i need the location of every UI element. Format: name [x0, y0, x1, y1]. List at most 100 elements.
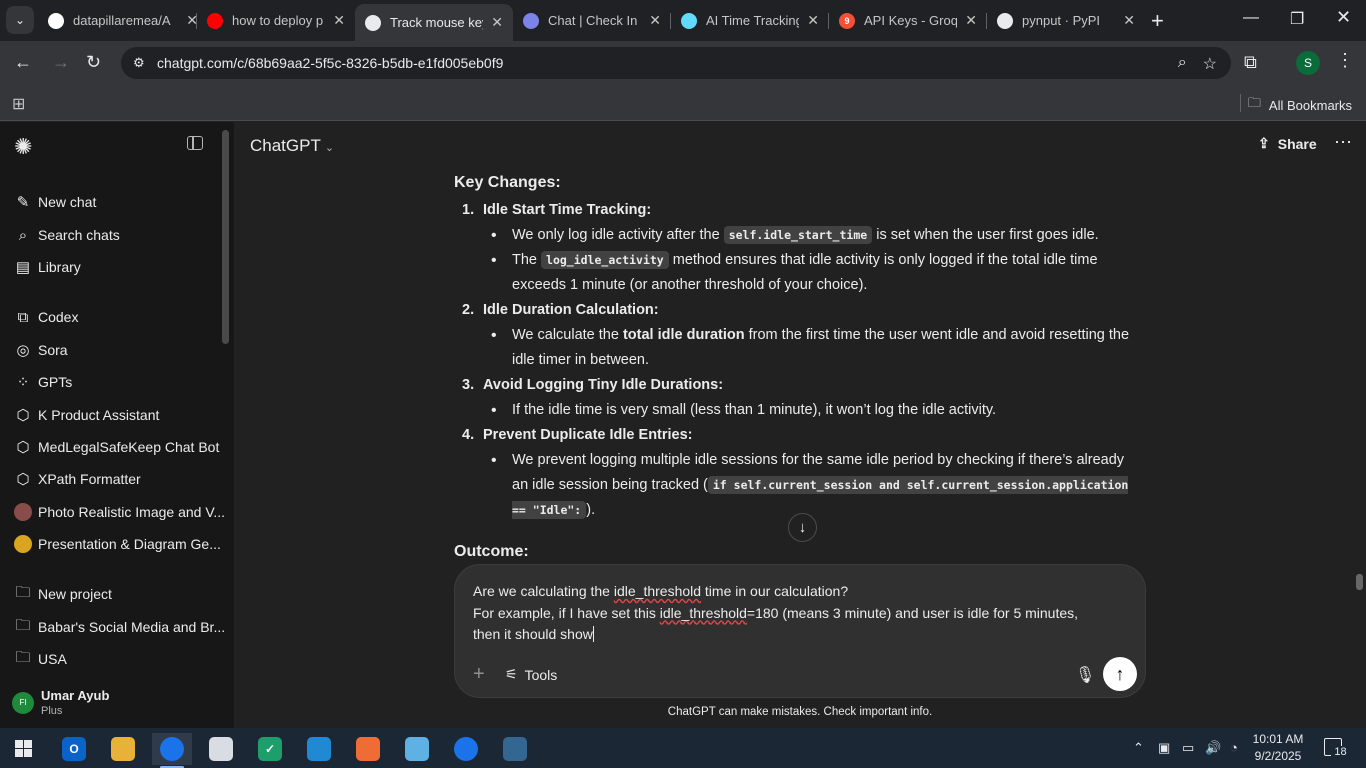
sidebar-toggle-icon[interactable] — [187, 136, 203, 150]
tab-search-icon[interactable]: ⌄ — [6, 6, 34, 34]
share-button[interactable]: ⇪ Share — [1258, 135, 1317, 152]
profile-avatar[interactable]: S — [1296, 51, 1320, 75]
sidebar-item-xpath-formatter[interactable]: ⬡ XPath Formatter — [14, 468, 140, 490]
file-manager-icon — [209, 737, 233, 761]
zoom-icon[interactable]: ⌕ — [1178, 54, 1187, 74]
check-app-taskbar-button[interactable]: ✓ — [250, 733, 290, 765]
url-text[interactable]: chatgpt.com/c/68b69aa2-5f5c-8326-b5db-e1… — [157, 55, 503, 71]
sidebar-item-library[interactable]: ▤ Library — [14, 256, 81, 278]
close-window-icon[interactable]: ✕ — [1336, 7, 1351, 28]
sidebar-item-usa[interactable]: 🗀 USA — [14, 648, 66, 670]
tab-title: API Keys - Groq — [864, 13, 958, 28]
back-icon[interactable]: ← — [14, 52, 32, 73]
sidebar-item-search-chats[interactable]: ⌕ Search chats — [14, 224, 120, 246]
model-selector[interactable]: ChatGPT ⌄ — [250, 136, 334, 156]
close-tab-icon[interactable]: ✕ — [1123, 12, 1135, 29]
battery-icon[interactable]: ▭ — [1182, 740, 1194, 756]
browser-tab[interactable]: pynput · PyPI ✕ — [987, 4, 1145, 37]
text-run: Are we calculating the — [473, 583, 614, 599]
site-info-icon[interactable]: ⚙ — [133, 55, 157, 71]
check-app-icon: ✓ — [258, 737, 282, 761]
browser-tab[interactable]: how to deploy p ✕ — [197, 4, 355, 37]
numbered-item: 3. Avoid Logging Tiny Idle Durations: If t… — [454, 373, 1144, 423]
bullet-item: We calculate the total idle duration fro… — [483, 323, 1144, 373]
minimize-icon[interactable]: — — [1243, 9, 1259, 27]
text-run: =180 (means 3 minute) and user is idle f… — [746, 604, 1079, 621]
sidebar-item-medlegalsafekeep-chat-bot[interactable]: ⬡ MedLegalSafeKeep Chat Bot — [14, 436, 219, 458]
postman-taskbar-button[interactable] — [348, 733, 388, 765]
prompt-composer[interactable]: Are we calculating the idle_threshold ti… — [454, 564, 1146, 698]
file-explorer-taskbar-button[interactable] — [103, 733, 143, 765]
close-tab-icon[interactable]: ✕ — [491, 14, 503, 31]
reload-icon[interactable]: ↻ — [86, 52, 101, 73]
sidebar-item-gpts[interactable]: ⁘ GPTs — [14, 371, 73, 393]
notepad-taskbar-button[interactable] — [397, 733, 437, 765]
close-tab-icon[interactable]: ✕ — [807, 12, 819, 29]
meet-icon[interactable]: ▣ — [1158, 740, 1170, 756]
user-name: Umar Ayub — [41, 688, 110, 703]
scroll-to-bottom-button[interactable]: ↓ — [788, 513, 817, 542]
system-clock[interactable]: 10:01 AM 9/2/2025 — [1240, 731, 1316, 765]
chrome-alt-taskbar-button[interactable] — [446, 733, 486, 765]
apps-grid-icon[interactable]: ⊞ — [12, 94, 25, 114]
close-tab-icon[interactable]: ✕ — [333, 12, 345, 29]
add-attachment-icon[interactable]: + — [473, 663, 485, 686]
file-manager-taskbar-button[interactable] — [201, 733, 241, 765]
chat-scrollbar[interactable] — [1356, 574, 1363, 590]
windows-start-icon[interactable] — [15, 740, 32, 757]
volume-icon[interactable]: 🔊 — [1205, 740, 1221, 756]
openai-logo-icon[interactable]: ✺ — [14, 134, 32, 160]
sora-icon: ◎ — [16, 342, 30, 359]
browser-tab[interactable]: AI Time Tracking ✕ — [671, 4, 829, 37]
sidebar-item-new-project[interactable]: 🗀 New project — [14, 583, 111, 605]
tools-button[interactable]: ⚟ Tools — [505, 666, 557, 683]
tray-chevron-icon[interactable]: ⌃ — [1133, 740, 1144, 756]
network-icon[interactable]: ◔ — [1230, 740, 1238, 755]
sidebar-item-label: Codex — [38, 309, 79, 325]
tools-icon: ⚟ — [505, 666, 518, 682]
more-options-icon[interactable]: ⋯ — [1334, 132, 1352, 153]
restore-icon[interactable]: ❐ — [1290, 9, 1304, 29]
extensions-icon[interactable]: ⧉ — [1244, 52, 1257, 73]
sidebar-item-label: Search chats — [38, 227, 120, 243]
forward-icon[interactable]: → — [52, 52, 70, 73]
tab-divider — [986, 13, 987, 29]
pypi-icon — [997, 12, 1013, 29]
chrome-taskbar-button[interactable] — [152, 733, 192, 768]
sidebar-item-presentation-diagram-ge[interactable]: Presentation & Diagram Ge... — [14, 533, 221, 555]
bullet-item: We only log idle activity after the self… — [483, 223, 1144, 248]
browser-tab[interactable]: Track mouse key ✕ — [355, 4, 513, 41]
sidebar-item-new-chat[interactable]: ✎ New chat — [14, 191, 97, 213]
vscode-taskbar-button[interactable] — [299, 733, 339, 765]
share-label: Share — [1277, 135, 1317, 152]
microphone-icon[interactable]: 🎙 — [1075, 665, 1095, 685]
sidebar-item-k-product-assistant[interactable]: ⬡ K Product Assistant — [14, 404, 159, 426]
send-button[interactable]: ↑ — [1103, 657, 1137, 691]
sidebar-scrollbar[interactable] — [222, 130, 229, 344]
notification-count: 18 — [1331, 746, 1350, 761]
sidebar-item-sora[interactable]: ◎ Sora — [14, 339, 67, 361]
new-tab-icon[interactable]: + — [1151, 8, 1164, 34]
tab-divider — [670, 13, 671, 29]
browser-tab[interactable]: datapillaremea/A ✕ — [38, 4, 208, 37]
browser-tab[interactable]: 9 API Keys - Groq ✕ — [829, 4, 987, 37]
disclaimer-text: ChatGPT can make mistakes. Check importa… — [667, 706, 933, 718]
prompt-input[interactable]: Are we calculating the idle_threshold ti… — [473, 581, 1133, 646]
outlook-taskbar-button[interactable]: O — [54, 733, 94, 765]
sidebar-item-photo-realistic-image-and-v[interactable]: Photo Realistic Image and V... — [14, 501, 225, 523]
avatar-photo-icon — [14, 503, 32, 521]
bookmark-star-icon[interactable]: ☆ — [1203, 54, 1217, 74]
chat-main: ChatGPT ⌄ ⇪ Share ⋯ Key Changes: 1. Idle S… — [234, 122, 1366, 728]
sidebar-item-babar-s-social-media-and-br[interactable]: 🗀 Babar's Social Media and Br... — [14, 616, 225, 638]
user-profile[interactable]: FI Umar Ayub Plus — [12, 688, 109, 717]
sidebar-item-codex[interactable]: ⧉ Codex — [14, 306, 79, 328]
close-tab-icon[interactable]: ✕ — [649, 12, 661, 29]
new-chat-icon: ✎ — [16, 194, 30, 211]
address-bar[interactable]: ⚙ chatgpt.com/c/68b69aa2-5f5c-8326-b5db-… — [121, 47, 1231, 79]
browser-menu-icon[interactable]: ⋮ — [1336, 50, 1354, 71]
close-tab-icon[interactable]: ✕ — [965, 12, 977, 29]
browser-tab[interactable]: Chat | Check In | ✕ — [513, 4, 671, 37]
all-bookmarks-button[interactable]: 🗀 All Bookmarks — [1248, 94, 1352, 116]
item-heading: Avoid Logging Tiny Idle Durations: — [483, 377, 724, 393]
postgres-taskbar-button[interactable] — [495, 733, 535, 765]
